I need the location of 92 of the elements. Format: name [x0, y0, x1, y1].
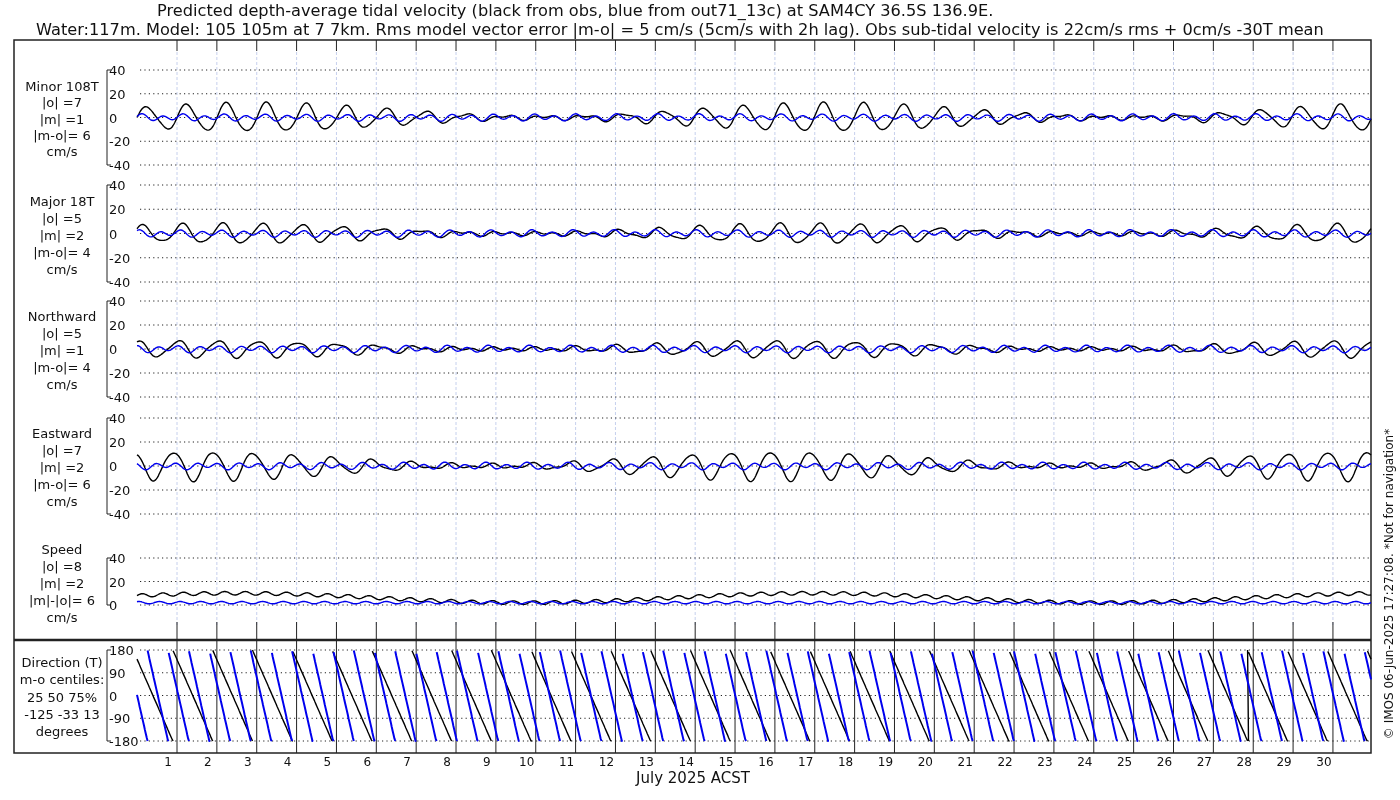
y-tick-label: -180 — [109, 734, 139, 749]
panel-label: |m| =1 — [39, 111, 85, 127]
y-tick-label: 0 — [109, 459, 118, 474]
day-tick-label: 24 — [1077, 755, 1093, 769]
y-tick-label: 0 — [109, 342, 118, 357]
day-tick-label: 8 — [443, 755, 451, 769]
day-tick-label: 27 — [1196, 755, 1212, 769]
panel-label: |m| =1 — [39, 343, 85, 358]
panel-label: Speed — [41, 542, 83, 557]
y-tick-label: -40 — [109, 507, 131, 522]
chart-title: Predicted depth-average tidal velocity (black from obs, blue from out71_13c) at SAM4CY 36.5S 136.9E. — [157, 1, 994, 20]
chart-title: Water:117m. Model: 105 105m at 7 7km. Rms model vector error |m-o| = 5 cm/s (5cm/s with 2h lag). Obs sub-tidal velocity is 22cm/s rms + 0cm/s -30T mean — [36, 20, 1324, 39]
day-tick-label: 2 — [204, 755, 212, 769]
y-tick-label: 20 — [109, 318, 126, 333]
panel-label: cm/s — [46, 610, 78, 625]
panel-label: -125 -33 13 — [24, 706, 100, 722]
day-tick-label: 23 — [1037, 755, 1053, 769]
day-tick-label: 28 — [1236, 755, 1252, 769]
panel-label: |m-o|= 4 — [33, 245, 91, 260]
y-tick-label: -40 — [109, 158, 131, 173]
day-tick-label: 1 — [164, 755, 172, 769]
day-tick-label: 20 — [917, 755, 933, 769]
y-tick-label: -90 — [109, 711, 131, 727]
panel-label: cm/s — [46, 262, 78, 277]
y-tick-label: 40 — [109, 63, 126, 78]
y-tick-label: 20 — [109, 574, 126, 590]
panel-label: |m| =2 — [39, 460, 85, 475]
panel-label: |o| =8 — [42, 559, 82, 574]
panel-label: Northward — [27, 309, 97, 324]
y-tick-label: 20 — [109, 86, 126, 102]
y-tick-label: 0 — [109, 688, 118, 704]
panel-label: cm/s — [46, 144, 78, 160]
panel-label: |m|-|o|= 6 — [28, 593, 96, 608]
y-tick-label: -40 — [109, 390, 131, 405]
panel-label: degrees — [35, 724, 89, 740]
panel-label: |o| =7 — [42, 95, 82, 111]
panel-label: cm/s — [46, 377, 78, 392]
panel-label: 25 50 75% — [26, 689, 98, 705]
y-tick-label: 40 — [109, 411, 126, 426]
day-tick-label: 14 — [678, 755, 694, 769]
day-tick-label: 6 — [363, 755, 372, 769]
day-tick-label: 26 — [1156, 755, 1173, 769]
y-tick-label: -20 — [109, 366, 131, 381]
panel-label: Minor 108T — [25, 79, 99, 94]
day-tick-label: 15 — [718, 755, 734, 769]
day-tick-label: 16 — [758, 755, 774, 769]
day-tick-label: 22 — [997, 755, 1013, 769]
panel-label: Direction (T) — [21, 655, 103, 670]
day-tick-label: 25 — [1117, 755, 1133, 769]
day-tick-label: 18 — [838, 755, 854, 769]
day-tick-label: 5 — [323, 755, 332, 769]
panel-label: |m-o|= 6 — [33, 477, 91, 492]
day-tick-label: 4 — [283, 755, 292, 769]
y-tick-label: 180 — [109, 643, 134, 658]
y-tick-label: 40 — [109, 294, 126, 309]
day-tick-label: 12 — [598, 755, 615, 769]
day-tick-label: 19 — [877, 755, 894, 769]
day-tick-label: 11 — [558, 755, 575, 769]
y-tick-label: -20 — [109, 250, 131, 266]
y-tick-label: 0 — [109, 110, 118, 126]
copyright-note: © IMOS 06-Jun-2025 17:27:08. *Not for navigation* — [1382, 428, 1396, 740]
y-tick-label: -20 — [109, 134, 131, 150]
y-tick-label: -40 — [109, 275, 131, 290]
day-tick-label: 30 — [1316, 755, 1332, 769]
day-tick-label: 21 — [957, 755, 973, 769]
panel-label: Major 18T — [29, 194, 95, 209]
y-tick-label: 40 — [109, 178, 126, 193]
panel-label: Eastward — [32, 426, 92, 441]
y-tick-label: 0 — [109, 598, 118, 613]
panel-label: |m| =2 — [39, 228, 85, 243]
day-tick-label: 7 — [403, 755, 411, 769]
day-tick-label: 10 — [519, 755, 535, 769]
panel-label: |o| =5 — [42, 211, 82, 226]
y-tick-label: 90 — [109, 665, 126, 681]
panel-label: |m| =2 — [39, 576, 85, 591]
panel-label: cm/s — [46, 494, 78, 509]
panel-label: |m-o|= 4 — [33, 360, 91, 375]
day-tick-label: 17 — [798, 755, 814, 769]
panel-label: |m-o|= 6 — [33, 127, 91, 143]
day-tick-label: 29 — [1276, 755, 1292, 769]
y-tick-label: 20 — [109, 435, 126, 450]
day-tick-label: 13 — [638, 755, 654, 769]
panel-label: |o| =7 — [42, 443, 82, 458]
day-tick-label: 9 — [483, 755, 491, 769]
panel-label: m-o centiles: — [19, 672, 105, 688]
y-tick-label: 20 — [109, 202, 126, 218]
day-tick-label: 3 — [243, 755, 252, 769]
x-axis-label: July 2025 ACST — [636, 769, 750, 787]
panel-label: |o| =5 — [42, 326, 82, 341]
y-tick-label: 0 — [109, 226, 118, 242]
y-tick-label: 40 — [109, 551, 126, 566]
y-tick-label: -20 — [109, 483, 131, 498]
